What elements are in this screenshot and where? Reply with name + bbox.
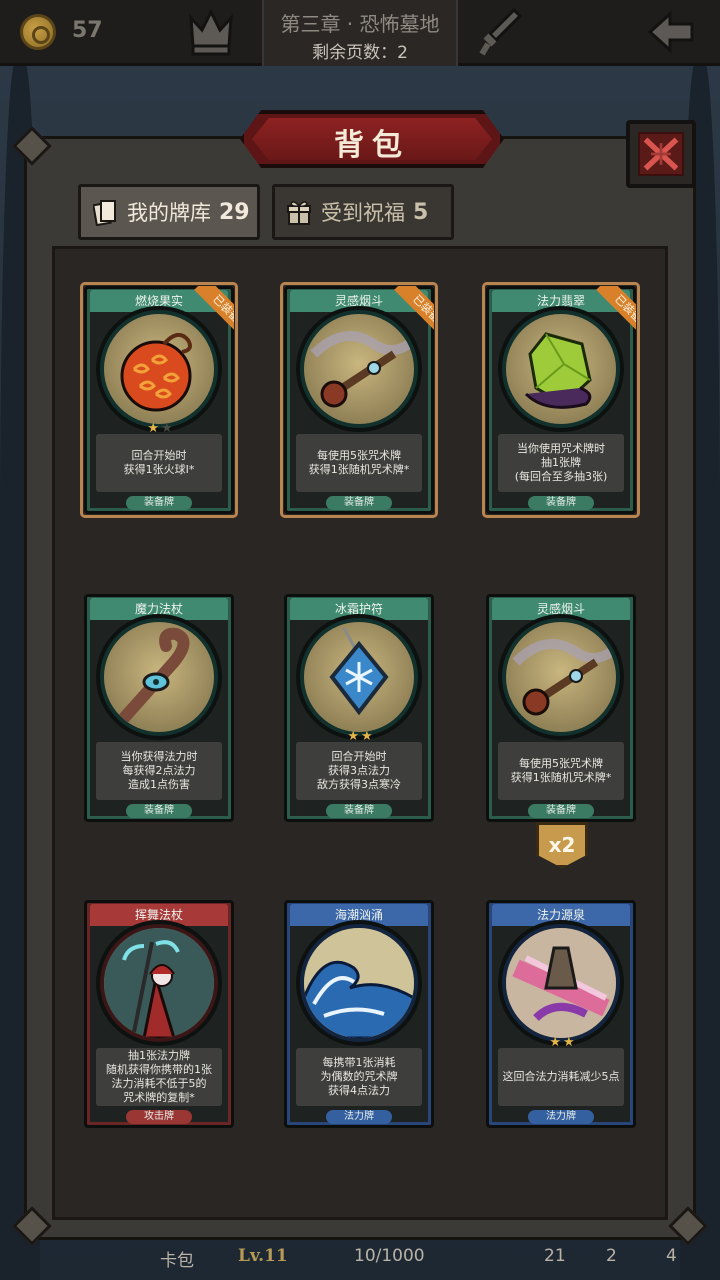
close-button[interactable] xyxy=(626,120,696,188)
close-icon xyxy=(638,132,684,176)
tab-blessings-count: 5 xyxy=(413,199,429,225)
card-description-line: 每使用5张咒术牌 xyxy=(317,449,401,462)
card-description-line: 这回合法力消耗减少5点 xyxy=(502,1070,620,1083)
card-description: 每使用5张咒术牌 获得1张随机咒术牌* xyxy=(296,434,422,492)
card[interactable]: 灵感烟斗 每使用5张咒术牌 获得1张随机咒术牌* 装备牌 已装备 xyxy=(280,282,438,518)
card-description: 抽1张法力牌 随机获得你携带的1张 法力消耗不低于5的 咒术牌的复制* xyxy=(96,1048,222,1106)
card-description-line: 为偶数的咒术牌 xyxy=(320,1070,398,1083)
card-type: 装备牌 xyxy=(528,496,594,510)
crown-icon[interactable] xyxy=(188,6,234,58)
card-art xyxy=(104,928,214,1038)
gift-icon xyxy=(287,201,311,225)
equipped-label: 已装备 xyxy=(194,286,234,338)
card-type: 装备牌 xyxy=(326,804,392,818)
card-description: 回合开始时 获得1张火球I* xyxy=(96,434,222,492)
stat-value: 2 xyxy=(606,1246,617,1266)
chapter-info: 第三章 · 恐怖墓地 剩余页数：2 xyxy=(262,0,458,66)
tab-my-deck-count: 29 xyxy=(219,199,250,225)
card-description-line: 随机获得你携带的1张 xyxy=(106,1063,212,1076)
card[interactable]: 燃烧果实 ★ ★ 回合开始时 获得1张火球I* 装备牌 已装备 xyxy=(80,282,238,518)
card-description-line: 每使用5张咒术牌 xyxy=(519,757,603,770)
back-arrow-icon[interactable] xyxy=(646,10,696,54)
card[interactable]: 法力翡翠 当你使用咒术牌时 抽1张牌 (每回合至多抽3张) 装备牌 已装备 xyxy=(482,282,640,518)
card-art xyxy=(104,622,214,732)
card[interactable]: 海潮汹涌 每携带1张消耗 为偶数的咒术牌 获得4点法力 法力牌 xyxy=(280,896,438,1132)
card-art xyxy=(506,928,616,1038)
tab-blessings-label: 受到祝福 xyxy=(321,201,405,225)
bottom-hud: 卡包 Lv.11 10/1000 21 2 4 xyxy=(0,1230,720,1280)
card-type: 攻击牌 xyxy=(126,1110,192,1124)
tab-my-deck-label: 我的牌库 xyxy=(127,201,211,225)
card-art xyxy=(304,928,414,1038)
card-type: 装备牌 xyxy=(326,496,392,510)
card-description-line: 获得1张随机咒术牌* xyxy=(510,771,612,784)
card-description: 每使用5张咒术牌 获得1张随机咒术牌* xyxy=(498,742,624,800)
card-description: 这回合法力消耗减少5点 xyxy=(498,1048,624,1106)
card-description-line: 咒术牌的复制* xyxy=(123,1091,195,1104)
card-description: 当你获得法力时 每获得2点法力 造成1点伤害 xyxy=(96,742,222,800)
cards-icon xyxy=(93,200,116,226)
stat-value: 21 xyxy=(544,1246,566,1266)
card[interactable]: 冰霜护符 ★ ★ 回合开始时 获得3点法力 敌方获得3点寒冷 装备牌 xyxy=(280,590,438,826)
stat-value: 4 xyxy=(666,1246,677,1266)
coin-count: 57 xyxy=(72,18,103,43)
card-description-line: 当你使用咒术牌时 xyxy=(517,442,605,455)
xp-counter: 10/1000 xyxy=(354,1246,425,1266)
card-type: 装备牌 xyxy=(528,804,594,818)
card[interactable]: 法力源泉 ★ ★ 这回合法力消耗减少5点 法力牌 xyxy=(482,896,640,1132)
card-description-line: 造成1点伤害 xyxy=(128,778,190,791)
card-type: 法力牌 xyxy=(326,1110,392,1124)
card-description: 当你使用咒术牌时 抽1张牌 (每回合至多抽3张) xyxy=(498,434,624,492)
coin-icon xyxy=(20,14,56,50)
card-description-line: (每回合至多抽3张) xyxy=(514,470,608,483)
card-description-line: 每携带1张消耗 xyxy=(322,1056,396,1069)
card-description-line: 法力消耗不低于5的 xyxy=(111,1077,207,1090)
top-bar: 57 第三章 · 恐怖墓地 剩余页数：2 xyxy=(0,0,720,66)
card-description-line: 获得1张火球I* xyxy=(123,463,195,476)
equipped-ribbon: 已装备 xyxy=(182,286,234,338)
card-description: 每携带1张消耗 为偶数的咒术牌 获得4点法力 xyxy=(296,1048,422,1106)
card-description-line: 抽1张法力牌 xyxy=(128,1049,190,1062)
card-description-line: 获得4点法力 xyxy=(328,1084,390,1097)
card-type: 法力牌 xyxy=(528,1110,594,1124)
card-description-line: 敌方获得3点寒冷 xyxy=(317,778,401,791)
equipped-label: 已装备 xyxy=(394,286,434,338)
card-description-line: 回合开始时 xyxy=(131,449,187,462)
card-description-line: 抽1张牌 xyxy=(541,456,581,469)
equipped-label: 已装备 xyxy=(596,286,636,338)
equipped-ribbon: 已装备 xyxy=(584,286,636,338)
card-art xyxy=(506,622,616,732)
card-description-line: 获得1张随机咒术牌* xyxy=(308,463,410,476)
tab-blessings[interactable]: 受到祝福 5 xyxy=(272,184,454,240)
card-description-line: 获得3点法力 xyxy=(328,764,390,777)
pages-remaining: 剩余页数：2 xyxy=(312,43,408,63)
equipped-ribbon: 已装备 xyxy=(382,286,434,338)
card[interactable]: 魔力法杖 当你获得法力时 每获得2点法力 造成1点伤害 装备牌 xyxy=(80,590,238,826)
level-label: Lv.11 xyxy=(238,1246,288,1266)
card-type: 装备牌 xyxy=(126,496,192,510)
card-description-line: 每获得2点法力 xyxy=(122,764,196,777)
card-description-line: 回合开始时 xyxy=(331,750,387,763)
chapter-title: 第三章 · 恐怖墓地 xyxy=(280,12,440,36)
card-art xyxy=(304,622,414,732)
card-pack-tab[interactable]: 卡包 xyxy=(160,1246,194,1271)
card[interactable]: 挥舞法杖 抽1张法力牌 随机获得你携带的1张 法力消耗不低于5的 咒术牌的复制* 攻击牌 xyxy=(80,896,238,1132)
card[interactable]: 灵感烟斗 每使用5张咒术牌 获得1张随机咒术牌* 装备牌 xyxy=(482,590,640,826)
sword-icon[interactable] xyxy=(478,6,524,60)
card-type: 装备牌 xyxy=(126,804,192,818)
tab-my-deck[interactable]: 我的牌库 29 xyxy=(78,184,260,240)
panel-title: 背包 xyxy=(334,128,410,163)
card-description-line: 当你获得法力时 xyxy=(120,750,198,763)
card-description: 回合开始时 获得3点法力 敌方获得3点寒冷 xyxy=(296,742,422,800)
